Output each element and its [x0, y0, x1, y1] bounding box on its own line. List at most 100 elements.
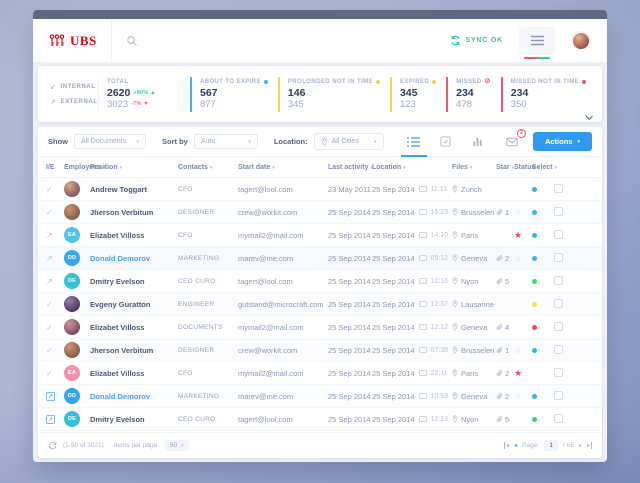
column-header-location[interactable]: Location ▾ — [372, 164, 452, 171]
files-cell[interactable]: 1 — [496, 346, 514, 355]
star-cell[interactable]: ★ — [514, 369, 532, 378]
chat-icon[interactable] — [419, 278, 427, 284]
analytics-view-button[interactable] — [469, 133, 487, 151]
employee-name[interactable]: Dmitry Evelson — [90, 277, 178, 286]
column-header-files[interactable]: Files ▾ — [452, 164, 496, 171]
first-page-button[interactable]: ◂ — [504, 442, 509, 449]
files-cell[interactable]: 1 — [496, 208, 514, 217]
employee-name[interactable]: Jherson Verbitum — [90, 208, 178, 217]
chat-icon[interactable] — [419, 347, 427, 353]
employee-name[interactable]: Elizabet Villoss — [90, 369, 178, 378]
table-row[interactable]: ✓Evgeny GurattonENGINEERgutstand@microcr… — [38, 293, 602, 316]
table-row[interactable]: ↗DDDonald DemorovMARKETINGmarev@me.com25… — [38, 385, 602, 408]
items-per-page-dropdown[interactable]: 50 ▾ — [165, 440, 189, 451]
select-cell[interactable] — [554, 230, 594, 241]
row-checkbox[interactable] — [554, 299, 563, 308]
star-icon[interactable]: ☆ — [514, 254, 522, 263]
contact-email[interactable]: mymail2@mail.com — [238, 369, 328, 378]
row-checkbox[interactable] — [554, 230, 563, 239]
files-cell[interactable]: 5 — [496, 277, 514, 286]
contact-email[interactable]: crew@workit.com — [238, 208, 328, 217]
list-layout-button[interactable] — [405, 133, 423, 151]
row-checkbox[interactable] — [554, 322, 563, 331]
star-cell[interactable]: ☆ — [514, 208, 532, 217]
table-row[interactable]: ↗DDDonald DemorovMARKETINGmarev@me.com25… — [38, 247, 602, 270]
column-header-status[interactable]: Status ▾ — [514, 164, 532, 171]
contact-email[interactable]: mymail2@mail.com — [238, 231, 328, 240]
tasks-view-button[interactable] — [437, 133, 455, 151]
chat-icon[interactable] — [419, 393, 427, 399]
employee-name[interactable]: Andrew Toggart — [90, 185, 178, 194]
search-icon[interactable] — [126, 35, 138, 47]
contact-email[interactable]: marev@me.com — [238, 254, 328, 263]
select-cell[interactable] — [554, 345, 594, 356]
table-row[interactable]: ↗DEDmitry EvelsonCEO CUROtagert@lool.com… — [38, 408, 602, 431]
share-arrow-icon[interactable]: ↗ — [46, 277, 64, 286]
star-cell[interactable]: ★ — [514, 231, 532, 240]
select-cell[interactable] — [554, 391, 594, 402]
contact-email[interactable]: tagert@lool.com — [238, 415, 328, 424]
chat-icon[interactable] — [419, 416, 427, 422]
chat-icon[interactable] — [419, 370, 427, 376]
external-toggle[interactable]: ↗ EXTERNAL — [50, 98, 98, 106]
files-cell[interactable]: 2 — [496, 254, 514, 263]
refresh-icon[interactable] — [48, 441, 57, 450]
next-page-button[interactable]: ▸ — [579, 442, 582, 449]
table-row[interactable]: ↗EAElizabet VillossCFOmymail2@mail.com25… — [38, 224, 602, 247]
table-row[interactable]: ✓Andrew ToggartCFOtagert@lool.com23 May … — [38, 178, 602, 201]
contact-email[interactable]: marev@me.com — [238, 392, 328, 401]
row-checkbox[interactable] — [554, 368, 563, 377]
row-checkbox[interactable] — [554, 184, 563, 193]
files-cell[interactable]: 2 — [496, 369, 514, 378]
location-dropdown[interactable]: All Cities ▾ — [314, 133, 384, 150]
list-view-button[interactable] — [519, 27, 555, 55]
table-row[interactable]: ✓Jherson VerbitumDESIGNERcrew@workit.com… — [38, 201, 602, 224]
chat-icon[interactable] — [419, 186, 427, 192]
show-dropdown[interactable]: All Documents ▾ — [74, 134, 146, 149]
employee-name[interactable]: Donald Demorov — [90, 392, 178, 401]
share-arrow-icon[interactable]: ↗ — [46, 254, 64, 263]
column-header-contacts[interactable]: Contacts ▾ — [178, 164, 238, 171]
table-row[interactable]: ↗DEDmitry EvelsonCEO CUROtagert@lool.com… — [38, 270, 602, 293]
contact-email[interactable]: tagert@lool.com — [238, 185, 328, 194]
column-header-employees[interactable]: Employees ▾ — [64, 164, 90, 171]
row-checkbox[interactable] — [554, 276, 563, 285]
ubs-logo[interactable]: UBS — [33, 19, 112, 62]
external-link-icon[interactable]: ↗ — [46, 392, 55, 401]
star-icon[interactable]: ★ — [514, 231, 522, 240]
select-cell[interactable] — [554, 207, 594, 218]
stats-collapse-chevron-icon[interactable] — [585, 112, 593, 120]
star-icon[interactable]: ☆ — [514, 208, 522, 217]
row-checkbox[interactable] — [554, 391, 563, 400]
actions-button[interactable]: Actions ▾ — [533, 132, 592, 151]
chat-icon[interactable] — [419, 301, 427, 307]
contact-email[interactable]: gutstand@microcraft.com — [238, 300, 328, 309]
chat-icon[interactable] — [419, 255, 427, 261]
select-cell[interactable] — [554, 276, 594, 287]
employee-name[interactable]: Evgeny Guratton — [90, 300, 178, 309]
messages-button[interactable]: 2 — [503, 133, 521, 151]
row-checkbox[interactable] — [554, 253, 563, 262]
column-header-select[interactable]: Select ▾ — [532, 164, 554, 171]
star-cell[interactable]: ☆ — [514, 254, 532, 263]
star-cell[interactable]: ☆ — [514, 392, 532, 401]
select-cell[interactable] — [554, 299, 594, 310]
last-page-button[interactable]: ▸ — [587, 442, 592, 449]
chat-icon[interactable] — [419, 209, 427, 215]
employee-name[interactable]: Jherson Verbitum — [90, 346, 178, 355]
employee-name[interactable]: Dmitry Evelson — [90, 415, 178, 424]
star-icon[interactable]: ☆ — [514, 346, 522, 355]
files-cell[interactable]: 4 — [496, 323, 514, 332]
contact-email[interactable]: crew@workit.com — [238, 346, 328, 355]
employee-name[interactable]: Donald Demorov — [90, 254, 178, 263]
user-avatar[interactable] — [571, 31, 591, 51]
row-checkbox[interactable] — [554, 414, 563, 423]
row-checkbox[interactable] — [554, 207, 563, 216]
table-row[interactable]: ✓Elizabet VillossDOCUMENTSmymail2@mail.c… — [38, 316, 602, 339]
chat-icon[interactable] — [419, 324, 427, 330]
share-arrow-icon[interactable]: ↗ — [46, 231, 64, 240]
external-link-icon[interactable]: ↗ — [46, 415, 55, 424]
files-cell[interactable]: 5 — [496, 415, 514, 424]
employee-name[interactable]: Elizabet Villoss — [90, 323, 178, 332]
select-cell[interactable] — [554, 368, 594, 379]
